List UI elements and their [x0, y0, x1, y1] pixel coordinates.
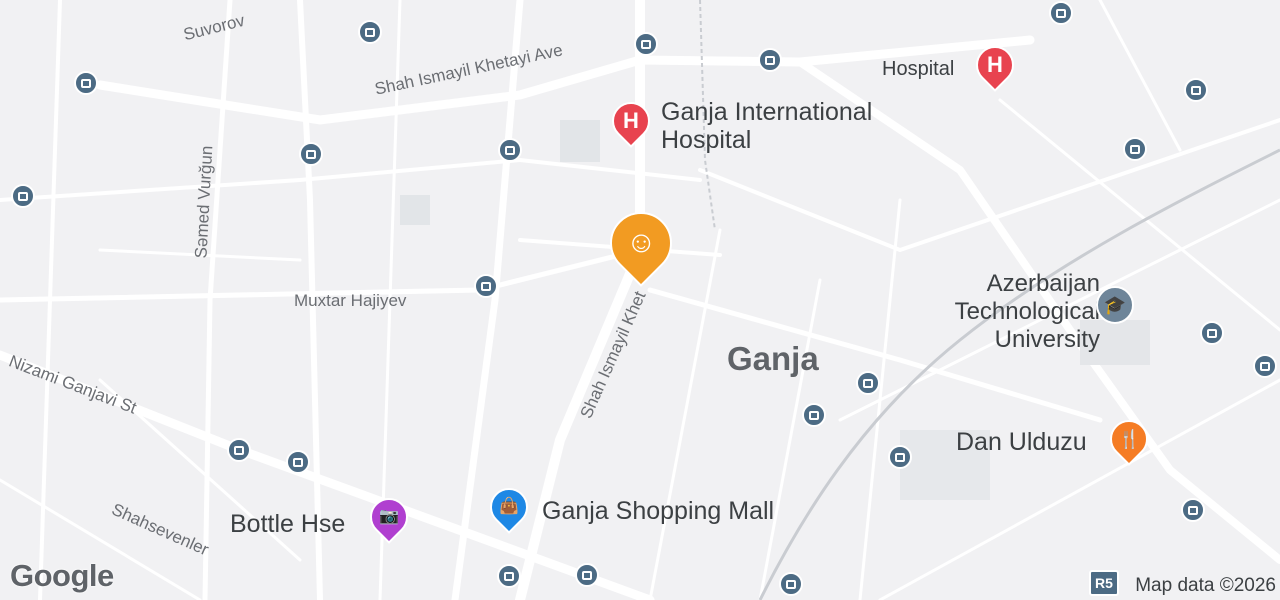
bus-stop-icon[interactable]	[474, 274, 498, 298]
bus-stop-icon[interactable]	[1253, 354, 1277, 378]
bus-stop-icon[interactable]	[498, 138, 522, 162]
bus-stop-icon[interactable]	[634, 32, 658, 56]
university-icon[interactable]: 🎓	[1096, 286, 1134, 324]
poi-label-atu[interactable]: Azerbaijan Technological University	[900, 270, 1100, 354]
bus-stop-icon[interactable]	[856, 371, 880, 395]
bus-stop-icon[interactable]	[802, 403, 826, 427]
bus-stop-icon[interactable]	[779, 572, 803, 596]
poi-label-bottle-hse[interactable]: Bottle Hse	[230, 510, 345, 539]
bus-stop-icon[interactable]	[358, 20, 382, 44]
bus-stop-icon[interactable]	[1200, 321, 1224, 345]
bus-stop-icon[interactable]	[227, 438, 251, 462]
poi-label-ganja-international-hospital[interactable]: Ganja International Hospital	[661, 98, 921, 154]
bus-stop-icon[interactable]	[1049, 1, 1073, 25]
bus-stop-icon[interactable]	[74, 71, 98, 95]
bus-stop-icon[interactable]	[1184, 78, 1208, 102]
bus-stop-icon[interactable]	[1181, 498, 1205, 522]
city-label: Ganja	[727, 340, 819, 377]
poi-label-hospital[interactable]: Hospital	[882, 58, 954, 81]
bus-stop-icon[interactable]	[575, 563, 599, 587]
bus-stop-icon[interactable]	[758, 48, 782, 72]
poi-label-ganja-shopping-mall[interactable]: Ganja Shopping Mall	[542, 497, 774, 526]
route-shield: R5	[1089, 570, 1119, 596]
bus-stop-icon[interactable]	[497, 564, 521, 588]
map-attribution[interactable]: Map data ©2026	[1135, 575, 1276, 597]
bus-stop-icon[interactable]	[299, 142, 323, 166]
bus-stop-icon[interactable]	[888, 445, 912, 469]
map-canvas[interactable]: Ganja Suvorov Shah Ismayil Khetayi Ave S…	[0, 0, 1280, 600]
google-logo[interactable]: Google	[10, 558, 114, 594]
street-label-muxtar-hajiyev: Muxtar Hajiyev	[294, 291, 407, 310]
bus-stop-icon[interactable]	[1123, 137, 1147, 161]
bus-stop-icon[interactable]	[286, 450, 310, 474]
poi-label-dan-ulduzu[interactable]: Dan Ulduzu	[956, 428, 1087, 457]
bus-stop-icon[interactable]	[11, 184, 35, 208]
